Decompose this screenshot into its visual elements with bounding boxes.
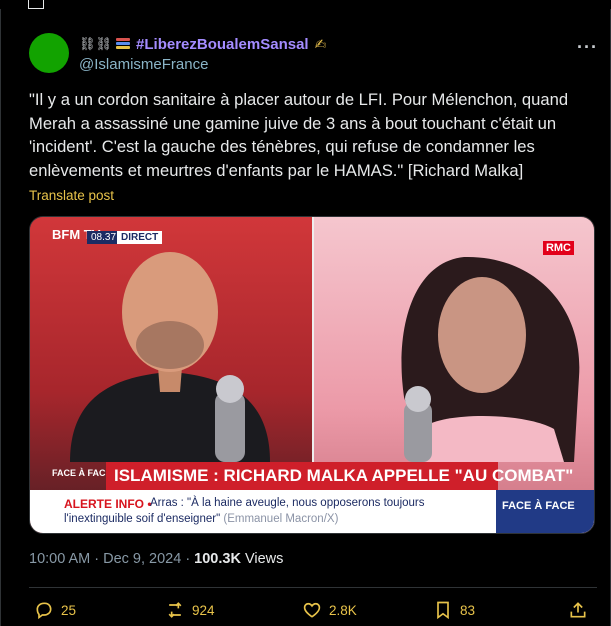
share-button[interactable] [568,599,588,621]
divider [29,587,597,588]
share-icon [570,602,586,618]
bookmark-button[interactable]: 83 [433,599,475,621]
action-bar: 25 924 2.8K 83 [29,599,597,621]
like-button[interactable]: 2.8K [302,599,357,621]
alert-label: ALERTE INFO • [64,497,152,511]
reply-button[interactable]: 25 [34,599,76,621]
post-time[interactable]: 10:00 AM [29,551,90,567]
alert-quote-end: l'inextinguible soif d'enseigner" [64,513,221,525]
repost-icon [168,602,182,618]
reply-count: 25 [61,602,77,618]
clock-badge: 08.37 [87,231,121,244]
guest-man-figure [70,252,270,462]
handle[interactable]: @IslamismeFrance [79,56,208,73]
books-icon [115,37,131,51]
bookmark-icon [437,601,449,620]
previous-post-edge [0,0,611,9]
page: ⛓⛓ #LiberezBoualemSansal ✍ @IslamismeFra… [0,0,611,626]
live-badge: DIRECT [117,231,163,244]
repost-button[interactable]: 924 [165,599,215,621]
reply-icon [36,602,52,620]
headline: ISLAMISME : RICHARD MALKA APPELLE "AU CO… [114,466,574,485]
segment-badge: FACE À FACE [52,468,112,478]
alert-text-line-1: Arras : "À la haine aveugle, nous oppose… [150,497,425,509]
alert-text-line-2: l'inextinguible soif d'enseigner" (Emman… [64,513,338,525]
post[interactable]: ⛓⛓ #LiberezBoualemSansal ✍ @IslamismeFra… [0,9,611,626]
writing-hand-icon: ✍ [314,35,327,52]
headline-strip: FACE À FACE ISLAMISME : RICHARD MALKA AP… [30,462,594,490]
post-video[interactable]: BFM TV. 08.37 DIRECT RMC FACE À FACE ISL… [29,216,595,534]
avatar[interactable] [29,33,69,73]
translate-post-link[interactable]: Translate post [29,188,114,203]
show-name-box [496,490,594,533]
post-text: "Il y a un cordon sanitaire à placer aut… [29,90,569,180]
post-metadata: 10:00 AM · Dec 9, 2024 · 100.3K Views [29,551,284,567]
chain-icon: ⛓⛓ [79,36,113,52]
rmc-logo: RMC [542,241,574,255]
alert-source: (Emmanuel Macron/X) [223,513,339,525]
heart-icon [303,602,321,618]
show-name: FACE À FACE [502,500,575,512]
display-name[interactable]: #LiberezBoualemSansal [136,36,309,53]
author-name-line[interactable]: ⛓⛓ #LiberezBoualemSansal ✍ [79,34,326,54]
bookmark-count: 83 [460,602,476,618]
post-date[interactable]: Dec 9, 2024 [103,551,181,567]
views-label: Views [244,551,284,567]
repost-count: 924 [192,602,215,618]
ellipsis-icon[interactable]: ··· [577,37,598,58]
views-count: 100.3K [194,551,241,567]
like-count: 2.8K [329,602,357,618]
